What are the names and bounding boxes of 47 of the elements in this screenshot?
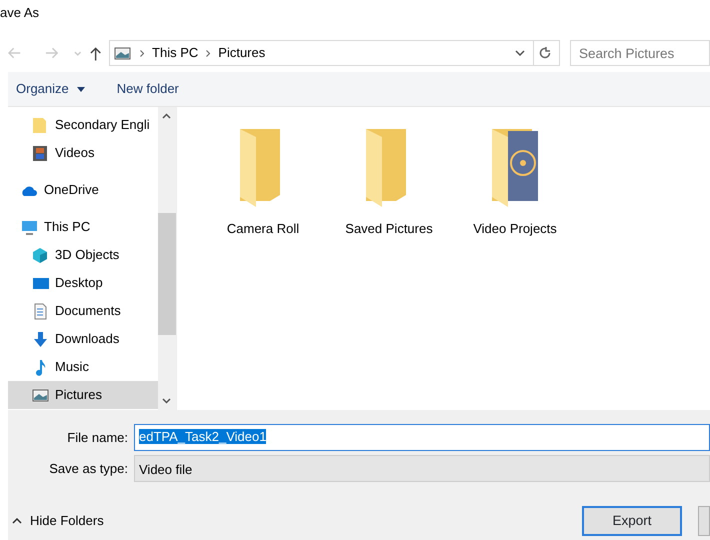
field-label: File name: xyxy=(66,428,129,447)
dropdown-chevron-icon[interactable] xyxy=(515,50,526,56)
folder-item[interactable]: Video Projects xyxy=(465,125,565,410)
search-field[interactable]: Search Pictures xyxy=(570,40,710,66)
hide-folders-link[interactable]: Hide Folders xyxy=(30,511,104,531)
folder-name: Video Projects xyxy=(473,220,557,238)
scroll-down-icon[interactable] xyxy=(162,398,171,404)
sidebar-item[interactable]: Pictures xyxy=(8,381,158,409)
picture-icon xyxy=(114,45,132,61)
folder-icon xyxy=(32,116,49,134)
up-arrow-icon[interactable] xyxy=(90,46,102,60)
field-label: Save as type: xyxy=(48,460,129,478)
sidebar-item[interactable]: Downloads xyxy=(8,325,158,353)
window-title: ave As xyxy=(0,4,40,22)
folder-item[interactable]: Camera Roll xyxy=(213,125,313,410)
breadcrumb-item[interactable]: This PC xyxy=(152,43,198,63)
sidebar-item[interactable]: Desktop xyxy=(8,269,158,297)
new-folder-button[interactable]: New folder xyxy=(108,79,179,99)
document-icon xyxy=(32,302,49,320)
chevron-right-icon xyxy=(206,50,210,56)
sidebar-item[interactable]: Secondary Engli xyxy=(8,111,158,139)
download-arrow-icon xyxy=(32,330,49,348)
scroll-up-icon[interactable] xyxy=(162,113,171,119)
chevron-right-icon xyxy=(140,50,144,56)
sidebar-item[interactable]: Documents xyxy=(8,297,158,325)
folder-name: Camera Roll xyxy=(226,220,300,238)
file-name-field[interactable]: edTPA_Task2_Video1 xyxy=(134,424,710,451)
sidebar-item[interactable]: Music xyxy=(8,353,158,381)
file-type-dropdown[interactable]: Video file xyxy=(134,455,710,482)
monitor-icon xyxy=(21,218,38,236)
folder-item[interactable]: Saved Pictures xyxy=(339,125,439,410)
organize-menu[interactable]: Organize xyxy=(16,79,69,99)
address-bar[interactable]: This PC Pictures xyxy=(109,40,560,66)
caret-down-icon xyxy=(76,86,85,92)
scrollbar[interactable] xyxy=(158,107,176,410)
breadcrumb-item[interactable]: Pictures xyxy=(218,43,266,63)
sidebar-item[interactable]: This PC xyxy=(8,213,158,241)
chevron-up-icon[interactable] xyxy=(12,518,22,524)
cube-icon xyxy=(32,246,49,264)
export-button[interactable]: Export xyxy=(582,506,682,536)
sidebar-item[interactable]: OneDrive xyxy=(8,176,158,204)
sidebar-item[interactable]: Videos xyxy=(8,139,158,167)
sidebar-item[interactable]: 3D Objects xyxy=(8,241,158,269)
film-icon xyxy=(32,144,49,162)
picture-icon xyxy=(32,386,49,404)
refresh-icon[interactable] xyxy=(539,47,552,59)
folder-name: Saved Pictures xyxy=(345,220,433,238)
